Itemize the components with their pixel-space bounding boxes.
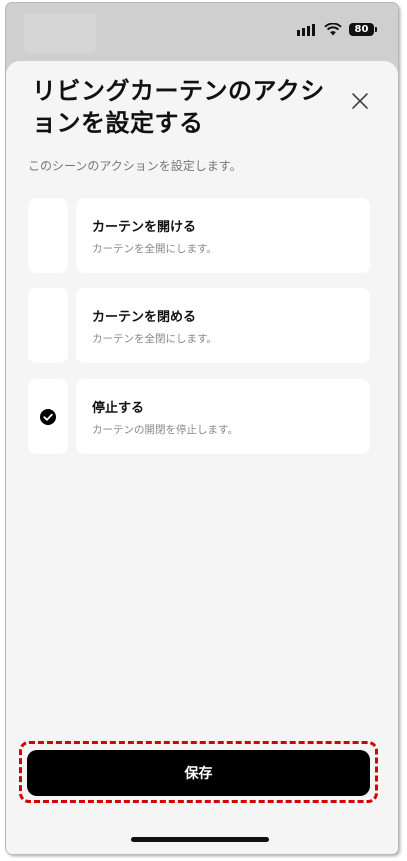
radio-check[interactable]: [28, 198, 68, 273]
phone-screen: 80 リビングカーテンのアクションを設定する このシーンのアクションを設定します…: [6, 3, 398, 854]
action-card[interactable]: 停止する カーテンの開閉を停止します。: [76, 379, 370, 454]
action-option-open[interactable]: カーテンを開ける カーテンを全開にします。: [28, 198, 370, 273]
status-icons: 80: [297, 23, 377, 36]
action-sheet: リビングカーテンのアクションを設定する このシーンのアクションを設定します。 カ…: [6, 61, 398, 854]
save-button[interactable]: 保存: [27, 750, 370, 796]
page-title: リビングカーテンのアクションを設定する: [32, 77, 325, 137]
close-button[interactable]: [348, 89, 372, 113]
radio-check[interactable]: [28, 288, 68, 363]
action-option-close[interactable]: カーテンを閉める カーテンを全閉にします。: [28, 288, 370, 363]
action-label: 停止する: [92, 401, 145, 416]
action-description: カーテンを全閉にします。: [92, 333, 217, 345]
signal-icon: [297, 23, 315, 36]
action-description: カーテンを全開にします。: [92, 243, 217, 255]
status-bar: 80: [6, 3, 398, 61]
action-description: カーテンの開閉を停止します。: [92, 424, 238, 436]
wifi-icon: [324, 23, 342, 36]
sheet-subtitle: このシーンのアクションを設定します。: [28, 159, 242, 173]
action-label: カーテンを閉める: [92, 310, 197, 325]
battery-icon: 80: [349, 23, 377, 36]
action-option-stop[interactable]: 停止する カーテンの開閉を停止します。: [28, 379, 370, 454]
action-label: カーテンを開ける: [92, 220, 197, 235]
home-indicator: [131, 837, 269, 842]
close-icon: [352, 93, 368, 109]
action-card[interactable]: カーテンを閉める カーテンを全閉にします。: [76, 288, 370, 363]
radio-check[interactable]: [28, 379, 68, 454]
checkmark-circle-icon: [40, 408, 56, 425]
status-time-area: [24, 13, 96, 53]
action-card[interactable]: カーテンを開ける カーテンを全開にします。: [76, 198, 370, 273]
